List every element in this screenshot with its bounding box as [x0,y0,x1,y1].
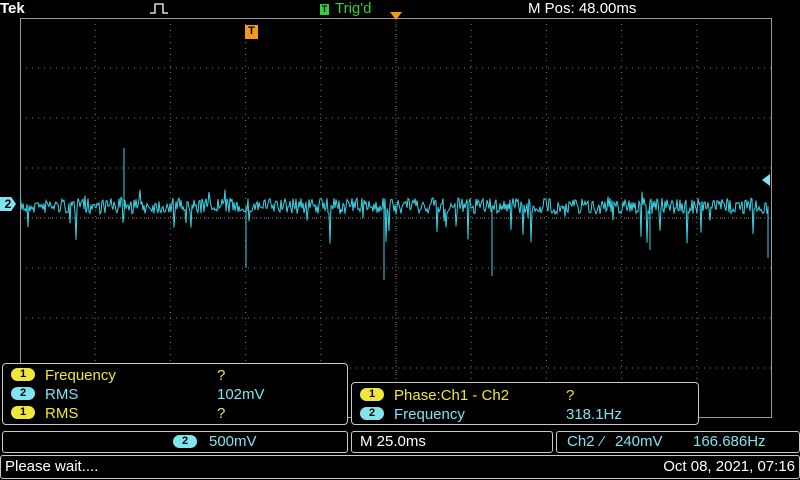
measurement-row: 1 Frequency ? [7,365,343,385]
waveform-graticule[interactable] [20,18,772,418]
trigger-position-marker-icon[interactable] [390,12,402,22]
timebase-readout: M 25.0ms [360,433,426,450]
ch1-badge: 1 [11,368,35,381]
date-time: Oct 08, 2021, 07:16 [663,458,795,475]
measurement-label: RMS [45,386,79,403]
measurements-panel-left: 1 Frequency ? 2 RMS 102mV 1 RMS ? [2,363,348,425]
measurement-row: 1 Phase:Ch1 - Ch2 ? [356,385,692,405]
ch1-badge: 1 [11,406,35,419]
trigger-state-badge: T [320,4,329,15]
ch2-waveform-trace [20,189,769,244]
measurement-label: RMS [45,405,79,422]
measurement-value: 102mV [217,386,265,403]
measurement-value: ? [217,405,226,422]
status-message: Please wait.... [5,458,99,475]
trigger-level-marker-icon[interactable] [760,174,770,186]
brand-label: Tek [0,0,25,17]
pulse-acquisition-icon [150,3,168,14]
measurement-value: ? [217,367,226,384]
measurement-row: 2 RMS 102mV [7,384,343,404]
ch2-badge: 2 [173,435,197,448]
measurement-label: Phase:Ch1 - Ch2 [394,387,510,404]
trigger-state-label: Trig'd [335,0,372,17]
ch2-badge: 2 [360,407,384,420]
measurement-row: 1 RMS ? [7,403,343,423]
measurements-panel-right: 1 Phase:Ch1 - Ch2 ? 2 Frequency 318.1Hz [351,382,699,425]
measurement-value: 318.1Hz [566,406,622,423]
trigger-level: 240mV [615,433,663,450]
measurement-label: Frequency [45,367,116,384]
trigger-source: Ch2 [567,433,595,450]
status-line: Please wait.... Oct 08, 2021, 07:16 [0,455,800,479]
timebase-box[interactable]: M 25.0ms [351,431,553,453]
main-position-readout: M Pos: 48.00ms [528,0,637,17]
measurement-label: Frequency [394,406,465,423]
ch2-badge: 2 [11,387,35,400]
trigger-state: T Trig'd [320,0,371,17]
trigger-slope-icon: ⁄ [601,433,604,450]
ch1-badge: 1 [360,388,384,401]
trigger-frequency: 166.686Hz [693,433,766,450]
measurement-row: 2 Frequency 318.1Hz [356,404,692,424]
measurement-value: ? [566,387,575,404]
ch2-scale-box[interactable]: 2 500mV [2,431,348,453]
trigger-point-marker[interactable]: T [245,25,258,39]
trigger-settings-box[interactable]: Ch2 ⁄ 240mV 166.686Hz [556,431,800,453]
ch2-volts-per-div: 500mV [209,433,257,450]
ch2-ground-marker[interactable]: 2 [0,197,16,211]
